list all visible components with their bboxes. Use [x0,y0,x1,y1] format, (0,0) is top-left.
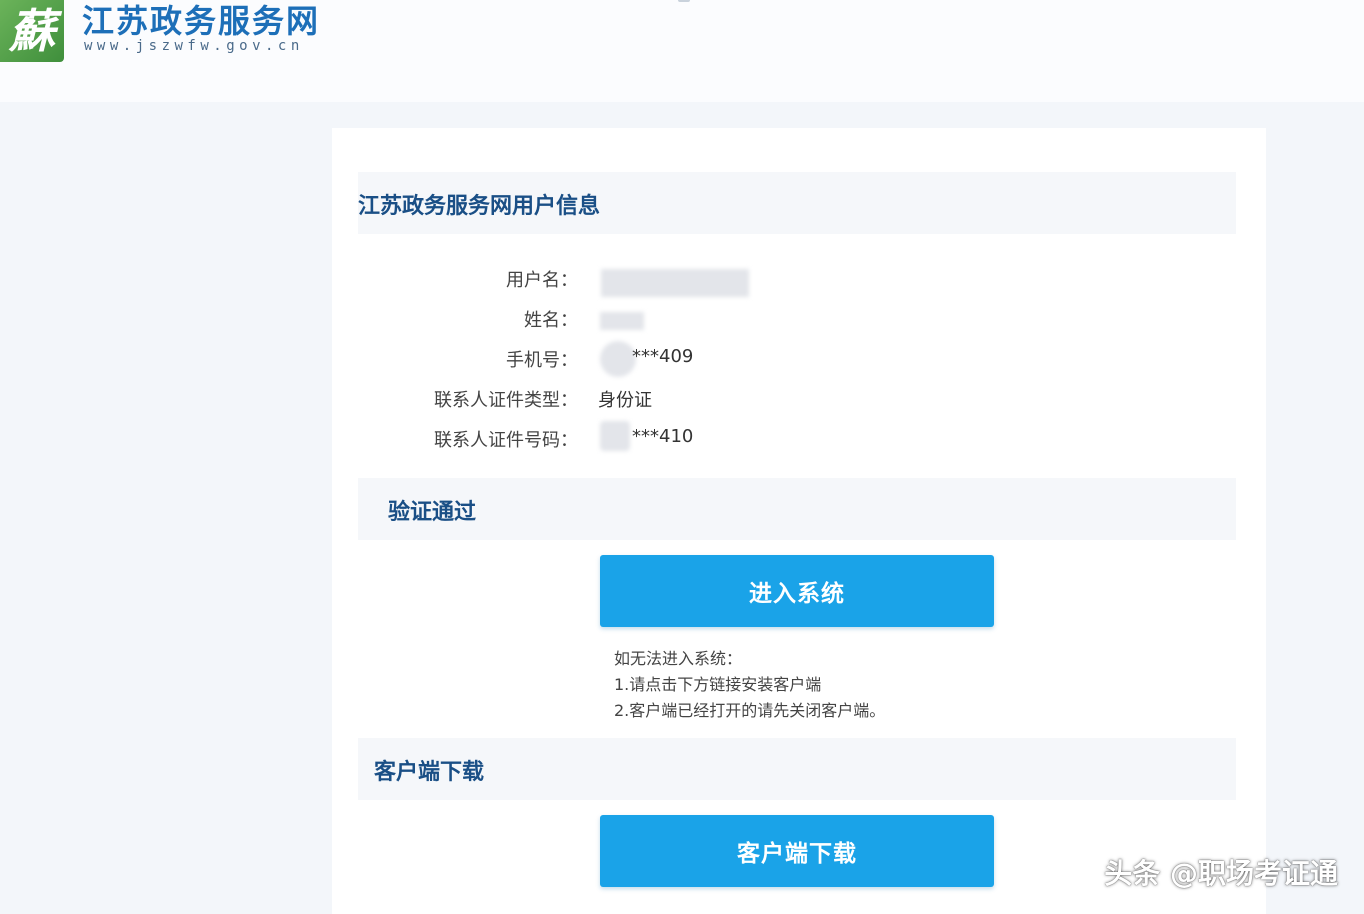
verify-header [358,478,1236,540]
name-value-redacted [600,312,644,330]
site-logo[interactable]: 蘇 [0,0,64,62]
enter-system-label: 进入系统 [749,581,845,607]
hint-line-1: 如无法进入系统： [614,649,743,668]
watermark-text: 头条 @职场考证通 [1104,857,1338,890]
client-download-button[interactable]: 客户端下载 [600,815,994,887]
download-header [358,738,1236,800]
verify-title: 验证通过 [388,500,477,525]
site-header: 蘇 江苏政务服务网 www.jszwfw.gov.cn [0,0,1364,102]
phone-label: 手机号： [506,350,578,371]
phone-value-redacted [600,341,636,377]
download-title: 客户端下载 [374,760,485,785]
username-label: 用户名： [506,270,578,291]
phone-value: ***409 [632,346,694,367]
hint-line-3: 2.客户端已经打开的请先关闭客户端。 [614,701,886,720]
id-number-label: 联系人证件号码： [434,430,578,451]
site-url: www.jszwfw.gov.cn [84,38,304,54]
id-type-value: 身份证 [598,390,652,411]
client-download-label: 客户端下载 [737,841,857,867]
site-title[interactable]: 江苏政务服务网 [82,0,320,42]
id-type-label: 联系人证件类型： [434,390,578,411]
hint-line-2: 1.请点击下方链接安装客户端 [614,675,822,694]
id-number-value-redacted [600,421,630,451]
top-indicator [678,0,690,2]
name-label: 姓名： [524,310,578,331]
user-info-title: 江苏政务服务网用户信息 [358,194,601,219]
logo-character: 蘇 [9,4,55,58]
username-value-redacted [601,269,749,297]
enter-system-button[interactable]: 进入系统 [600,555,994,627]
id-number-value: ***410 [632,426,694,447]
